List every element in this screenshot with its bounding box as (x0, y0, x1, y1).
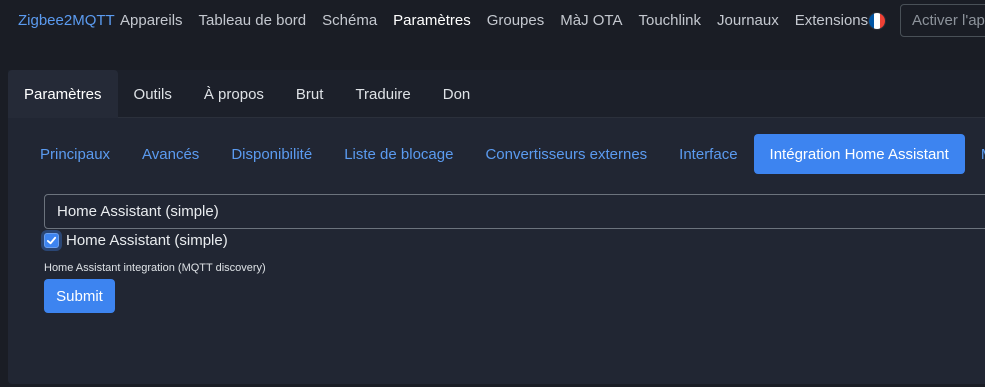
subtab-liste-de-blocage[interactable]: Liste de blocage (328, 134, 469, 174)
tab-parametres[interactable]: Paramètres (8, 70, 118, 118)
nav-link-extensions[interactable]: Extensions (787, 12, 876, 29)
settings-sub-tabs: Principaux Avancés Disponibilité Liste d… (24, 134, 985, 174)
subtab-principaux[interactable]: Principaux (24, 134, 126, 174)
nav-link-groupes[interactable]: Groupes (479, 12, 553, 29)
french-flag-icon[interactable] (868, 12, 886, 30)
main-tabs: Paramètres Outils À propos Brut Traduire… (8, 70, 486, 118)
nav-link-schema[interactable]: Schéma (314, 12, 385, 29)
tab-brut[interactable]: Brut (280, 70, 340, 118)
nav-link-journaux[interactable]: Journaux (709, 12, 787, 29)
tab-outils[interactable]: Outils (118, 70, 188, 118)
nav-link-maj-ota[interactable]: MàJ OTA (552, 12, 630, 29)
brand-link[interactable]: Zigbee2MQTT (18, 12, 115, 29)
home-assistant-select[interactable]: Home Assistant (simple) (44, 194, 985, 229)
checkbox-label: Home Assistant (simple) (66, 232, 228, 249)
subtab-convertisseurs-externes[interactable]: Convertisseurs externes (469, 134, 663, 174)
home-assistant-checkbox-row: Home Assistant (simple) (44, 232, 228, 249)
subtab-integration-home-assistant[interactable]: Intégration Home Assistant (753, 134, 965, 174)
subtab-interface[interactable]: Interface (663, 134, 753, 174)
home-assistant-checkbox[interactable] (44, 233, 59, 248)
checkmark-icon (46, 236, 57, 245)
help-text: Home Assistant integration (MQTT discove… (44, 262, 266, 274)
submit-button[interactable]: Submit (44, 279, 115, 313)
subtab-avances[interactable]: Avancés (126, 134, 215, 174)
subtab-disponibilite[interactable]: Disponibilité (215, 134, 328, 174)
nav-links: Appareils Tableau de bord Schéma Paramèt… (112, 12, 876, 29)
nav-link-parametres[interactable]: Paramètres (385, 12, 479, 29)
settings-card: Paramètres Outils À propos Brut Traduire… (8, 70, 985, 384)
tab-a-propos[interactable]: À propos (188, 70, 280, 118)
permit-join-input[interactable]: Activer l'ap (900, 4, 985, 37)
tab-traduire[interactable]: Traduire (339, 70, 426, 118)
nav-link-tableau-de-bord[interactable]: Tableau de bord (191, 12, 315, 29)
card-header: Paramètres Outils À propos Brut Traduire… (8, 70, 985, 118)
tab-don[interactable]: Don (427, 70, 487, 118)
nav-link-touchlink[interactable]: Touchlink (630, 12, 709, 29)
subtab-mqtt[interactable]: MQ (965, 134, 985, 174)
nav-link-appareils[interactable]: Appareils (112, 12, 191, 29)
top-navbar: Zigbee2MQTT Appareils Tableau de bord Sc… (0, 0, 985, 42)
